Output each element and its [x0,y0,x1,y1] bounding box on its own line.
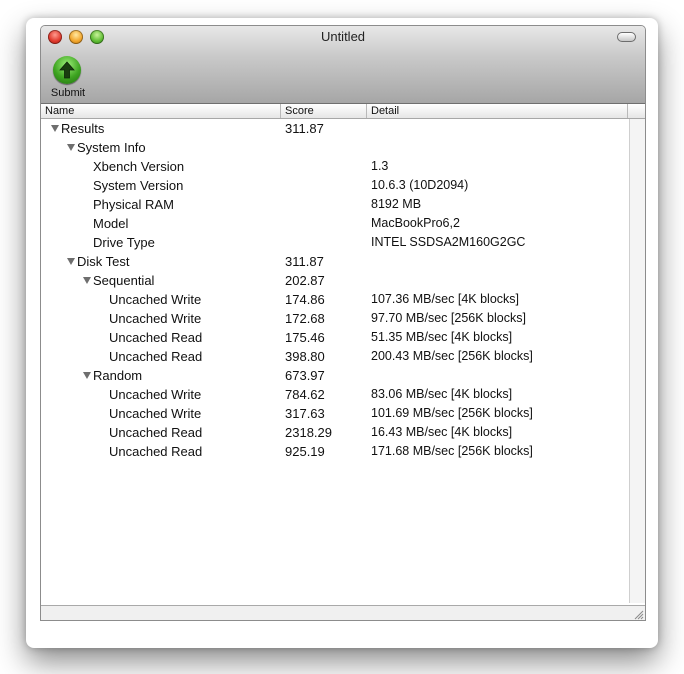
table-row[interactable]: Uncached Read 925.19 171.68 MB/sec [256K… [41,442,629,461]
table-row[interactable]: Model MacBookPro6,2 [41,214,629,233]
row-name: Uncached Read [109,425,203,440]
row-detail: 83.06 MB/sec [4K blocks] [371,387,513,401]
disclosure-triangle-icon[interactable] [83,277,91,284]
table-row[interactable]: Physical RAM 8192 MB [41,195,629,214]
row-detail: 107.36 MB/sec [4K blocks] [371,292,519,306]
disclosure-triangle-icon[interactable] [67,258,75,265]
row-name: Uncached Read [109,330,203,345]
resize-grip-icon[interactable] [632,608,644,620]
row-name: Uncached Write [109,292,202,307]
column-header-detail[interactable]: Detail [367,104,628,118]
row-name: Uncached Write [109,406,202,421]
row-detail: 1.3 [371,159,389,173]
row-name: System Info [77,140,146,155]
column-header-spacer [628,104,645,118]
table-row[interactable]: Disk Test 311.87 [41,252,629,271]
row-score: 317.63 [285,406,325,421]
row-detail: 51.35 MB/sec [4K blocks] [371,330,513,344]
table-header: Name Score Detail [41,104,645,119]
table-row[interactable]: System Info [41,138,629,157]
row-score: 311.87 [285,254,324,269]
table-row[interactable]: Uncached Read 398.80 200.43 MB/sec [256K… [41,347,629,366]
row-score: 202.87 [285,273,325,288]
row-score: 784.62 [285,387,325,402]
row-name: Random [93,368,143,383]
row-name: Physical RAM [93,197,174,212]
row-name: Uncached Write [109,311,202,326]
row-score: 172.68 [285,311,325,326]
toolbar-toggle-button[interactable] [617,32,636,42]
row-name: Model [93,216,129,231]
disclosure-triangle-icon[interactable] [83,372,91,379]
row-name: Uncached Read [109,349,203,364]
vertical-scrollbar[interactable] [629,119,645,603]
row-name: Uncached Read [109,444,203,459]
table-row[interactable]: Xbench Version 1.3 [41,157,629,176]
row-score: 673.97 [285,368,325,383]
row-detail: 101.69 MB/sec [256K blocks] [371,406,533,420]
window-title: Untitled [320,29,366,44]
row-score: 2318.29 [285,425,332,440]
table-row[interactable]: Random 673.97 [41,366,629,385]
row-name: Disk Test [77,254,130,269]
row-detail: 171.68 MB/sec [256K blocks] [371,444,533,458]
row-detail: 16.43 MB/sec [4K blocks] [371,425,513,439]
row-name: Xbench Version [93,159,185,174]
table-row[interactable]: Uncached Write 172.68 97.70 MB/sec [256K… [41,309,629,328]
submit-button[interactable] [53,56,81,84]
row-name: Results [61,121,105,136]
horizontal-scrollbar[interactable] [41,605,645,620]
row-name: Sequential [93,273,155,288]
row-score: 174.86 [285,292,325,307]
table-row[interactable]: Uncached Write 174.86 107.36 MB/sec [4K … [41,290,629,309]
table-row[interactable]: Uncached Read 175.46 51.35 MB/sec [4K bl… [41,328,629,347]
table-row[interactable]: Uncached Write 317.63 101.69 MB/sec [256… [41,404,629,423]
row-name: Uncached Write [109,387,202,402]
results-outline-view: Name Score Detail Results 311.87 System … [41,104,645,605]
up-arrow-icon [59,61,75,79]
row-name: Drive Type [93,235,155,250]
submit-label[interactable]: Submit [47,87,89,99]
disclosure-triangle-icon[interactable] [51,125,59,132]
row-detail: 10.6.3 (10D2094) [371,178,469,192]
table-row[interactable]: Results 311.87 [41,119,629,138]
row-score: 398.80 [285,349,325,364]
row-name: System Version [93,178,184,193]
row-score: 925.19 [285,444,325,459]
table-row[interactable]: Sequential 202.87 [41,271,629,290]
row-detail: 200.43 MB/sec [256K blocks] [371,349,533,363]
row-detail: INTEL SSDSA2M160G2GC [371,235,526,249]
table-row[interactable]: System Version 10.6.3 (10D2094) [41,176,629,195]
table-row[interactable]: Drive Type INTEL SSDSA2M160G2GC [41,233,629,252]
row-detail: MacBookPro6,2 [371,216,460,230]
toolbar: Untitled Submit [41,26,645,104]
table-row[interactable]: Uncached Write 784.62 83.06 MB/sec [4K b… [41,385,629,404]
disclosure-triangle-icon[interactable] [67,144,75,151]
column-header-name[interactable]: Name [41,104,281,118]
row-score: 175.46 [285,330,325,345]
row-detail: 8192 MB [371,197,422,211]
app-window: Untitled Submit Name Score Detail Result… [40,25,646,621]
column-header-score[interactable]: Score [281,104,367,118]
table-rows: Results 311.87 System Info Xbench Versio… [41,119,629,461]
row-score: 311.87 [285,121,324,136]
row-detail: 97.70 MB/sec [256K blocks] [371,311,526,325]
table-row[interactable]: Uncached Read 2318.29 16.43 MB/sec [4K b… [41,423,629,442]
